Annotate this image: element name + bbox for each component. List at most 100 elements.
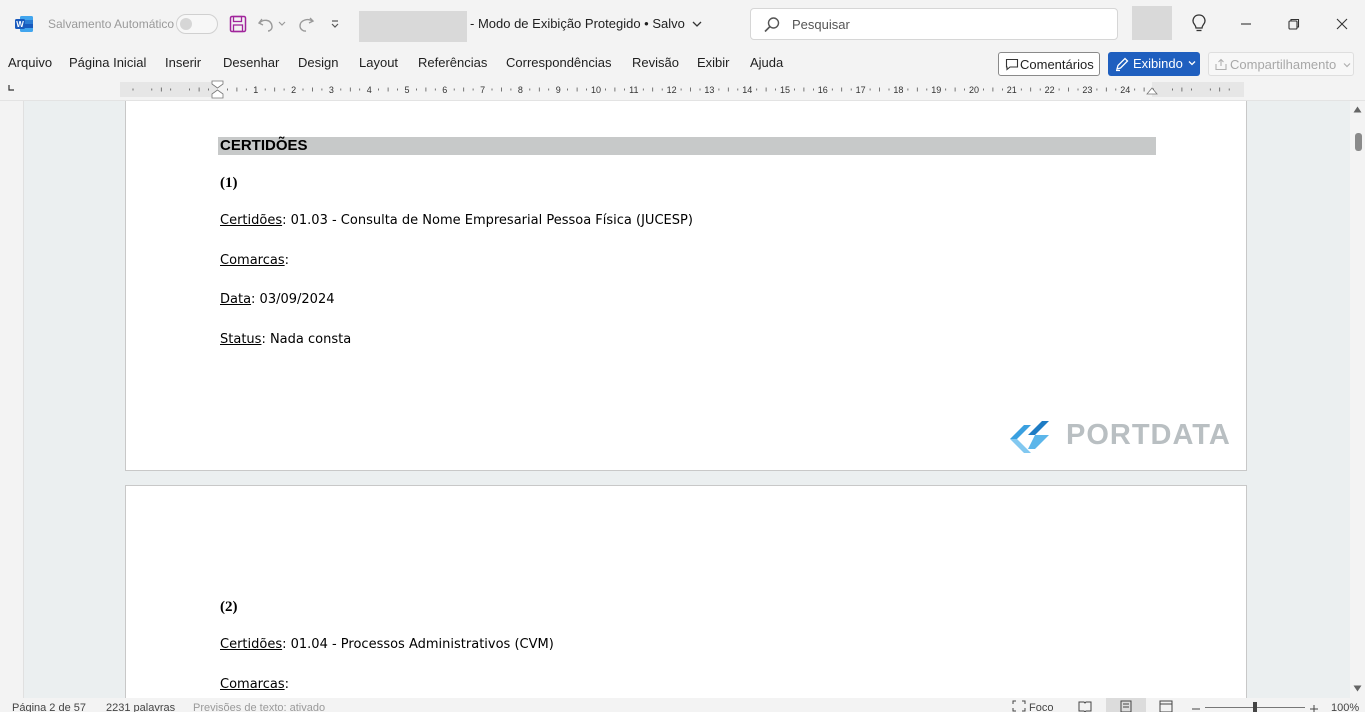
search-input[interactable]: Pesquisar xyxy=(750,8,1118,40)
word-count[interactable]: 2231 palavras xyxy=(106,702,175,712)
status-value: : Nada consta xyxy=(261,332,352,347)
data-key: Data xyxy=(220,292,252,307)
tab-inserir[interactable]: Inserir xyxy=(165,55,201,70)
tab-ajuda[interactable]: Ajuda xyxy=(750,55,783,70)
ruler-number: 8 xyxy=(518,85,523,95)
tab-correspondencias[interactable]: Correspondências xyxy=(506,55,612,70)
comarcas-value: : xyxy=(284,677,289,692)
page-count[interactable]: Página 2 de 57 xyxy=(12,702,86,712)
zoom-slider-thumb[interactable] xyxy=(1253,702,1257,712)
document-title-text: - Modo de Exibição Protegido • Salvo xyxy=(470,16,685,31)
certidoes-value: : 01.04 - Processos Administrativos (CVM… xyxy=(282,637,554,652)
text-predictions-status[interactable]: Previsões de texto: ativado xyxy=(193,702,325,712)
minimize-button[interactable] xyxy=(1231,10,1261,38)
horizontal-ruler[interactable]: 1 2 3 4 5 6 7 8 9 10 11 12 13 14 15 16 17 18 19 20 21 22 23 24 xyxy=(0,78,1365,101)
status-field: Status: Nada consta xyxy=(220,332,351,347)
ruler-number: 11 xyxy=(629,85,638,95)
search-placeholder: Pesquisar xyxy=(792,17,850,32)
tab-exibir[interactable]: Exibir xyxy=(697,55,730,70)
scroll-up-arrow-icon[interactable] xyxy=(1353,106,1362,113)
tab-referencias[interactable]: Referências xyxy=(418,55,487,70)
ruler-number: 20 xyxy=(969,85,979,95)
certidoes-value: : 01.03 - Consulta de Nome Empresarial P… xyxy=(282,213,693,228)
ruler-right-margin xyxy=(1152,82,1244,97)
ruler-number: 13 xyxy=(704,85,714,95)
document-title[interactable]: - Modo de Exibição Protegido • Salvo xyxy=(470,16,702,31)
ruler-number: 12 xyxy=(667,85,677,95)
comments-label: Comentários xyxy=(1020,57,1094,72)
zoom-out-icon[interactable] xyxy=(1190,700,1204,712)
chevron-down-icon xyxy=(1188,61,1196,66)
tab-arquivo[interactable]: Arquivo xyxy=(8,55,52,70)
zoom-in-icon[interactable] xyxy=(1308,700,1322,712)
scrollbar-thumb[interactable] xyxy=(1355,133,1362,151)
lightbulb-icon[interactable] xyxy=(1188,12,1210,34)
comarcas-key: Comarcas xyxy=(220,253,285,268)
close-button[interactable] xyxy=(1327,10,1357,38)
status-bar: Página 2 de 57 2231 palavras Previsões d… xyxy=(0,698,1365,712)
ruler-number: 15 xyxy=(780,85,790,95)
ruler-number: 17 xyxy=(856,85,866,95)
ruler-number: 5 xyxy=(404,85,409,95)
ruler-number: 22 xyxy=(1045,85,1055,95)
avatar[interactable] xyxy=(1132,6,1172,40)
undo-icon[interactable] xyxy=(256,13,278,35)
share-label: Compartilhamento xyxy=(1230,57,1337,72)
section-heading: CERTIDÕES xyxy=(218,137,1156,155)
ruler-number: 16 xyxy=(818,85,828,95)
word-app-icon: W xyxy=(15,16,33,32)
search-icon xyxy=(764,17,780,33)
restore-button[interactable] xyxy=(1279,10,1309,38)
portdata-logo-mark xyxy=(1010,421,1049,453)
zoom-level[interactable]: 100% xyxy=(1331,702,1359,712)
tab-desenhar[interactable]: Desenhar xyxy=(223,55,279,70)
redo-icon[interactable] xyxy=(295,13,317,35)
scroll-down-arrow-icon[interactable] xyxy=(1353,685,1362,692)
ruler-number: 14 xyxy=(742,85,752,95)
comment-icon xyxy=(1005,58,1019,71)
tab-layout[interactable]: Layout xyxy=(359,55,398,70)
tab-pagina-inicial[interactable]: Página Inicial xyxy=(69,55,146,70)
focus-icon[interactable] xyxy=(1012,700,1026,712)
customize-toolbar-icon[interactable] xyxy=(324,13,346,35)
web-layout-icon[interactable] xyxy=(1159,700,1173,712)
ruler-labels: 1 2 3 4 5 6 7 8 9 10 11 12 13 14 15 16 17 18 19 20 21 22 23 24 xyxy=(253,85,1130,95)
chevron-down-icon xyxy=(693,21,702,27)
autosave-toggle[interactable] xyxy=(176,14,218,34)
data-value: : 03/09/2024 xyxy=(251,292,335,307)
title-bar: W Salvamento Automático - Modo de Exibiç… xyxy=(0,0,1365,48)
ruler-number: 9 xyxy=(556,85,561,95)
ruler-number: 24 xyxy=(1120,85,1130,95)
ruler-number: 21 xyxy=(1007,85,1017,95)
save-icon[interactable] xyxy=(227,13,249,35)
certidoes-key: Certidões xyxy=(220,213,283,228)
ruler-left-margin xyxy=(120,82,218,97)
ruler-number: 6 xyxy=(442,85,447,95)
focus-label[interactable]: Foco xyxy=(1029,702,1053,712)
chevron-down-icon xyxy=(1343,63,1351,68)
viewing-mode-label: Exibindo xyxy=(1133,56,1183,71)
undo-dropdown-chevron-icon[interactable] xyxy=(276,13,288,35)
ruler-number: 2 xyxy=(291,85,296,95)
viewing-mode-button[interactable]: Exibindo xyxy=(1108,52,1200,76)
comarcas-key: Comarcas xyxy=(220,677,285,692)
document-canvas[interactable]: CERTIDÕES (1) Certidões: 01.03 - Consult… xyxy=(24,101,1350,698)
read-mode-icon[interactable] xyxy=(1078,700,1092,712)
portdata-logo-text: PORTDATA xyxy=(1066,419,1231,451)
tab-design[interactable]: Design xyxy=(298,55,338,70)
comarcas-value: : xyxy=(284,253,289,268)
tab-revisao[interactable]: Revisão xyxy=(632,55,679,70)
print-layout-icon[interactable] xyxy=(1119,700,1133,712)
comments-button[interactable]: Comentários xyxy=(998,52,1100,76)
entry-number: (2) xyxy=(220,599,238,615)
svg-text:W: W xyxy=(16,20,24,29)
ruler-number: 4 xyxy=(367,85,372,95)
ruler-number: 19 xyxy=(931,85,941,95)
vertical-scrollbar[interactable] xyxy=(1350,101,1365,698)
ruler-number: 23 xyxy=(1082,85,1092,95)
data-field: Data: 03/09/2024 xyxy=(220,292,335,307)
share-icon xyxy=(1215,58,1227,71)
share-button[interactable]: Compartilhamento xyxy=(1208,52,1354,76)
ruler-number: 18 xyxy=(893,85,903,95)
close-icon xyxy=(1336,18,1348,30)
